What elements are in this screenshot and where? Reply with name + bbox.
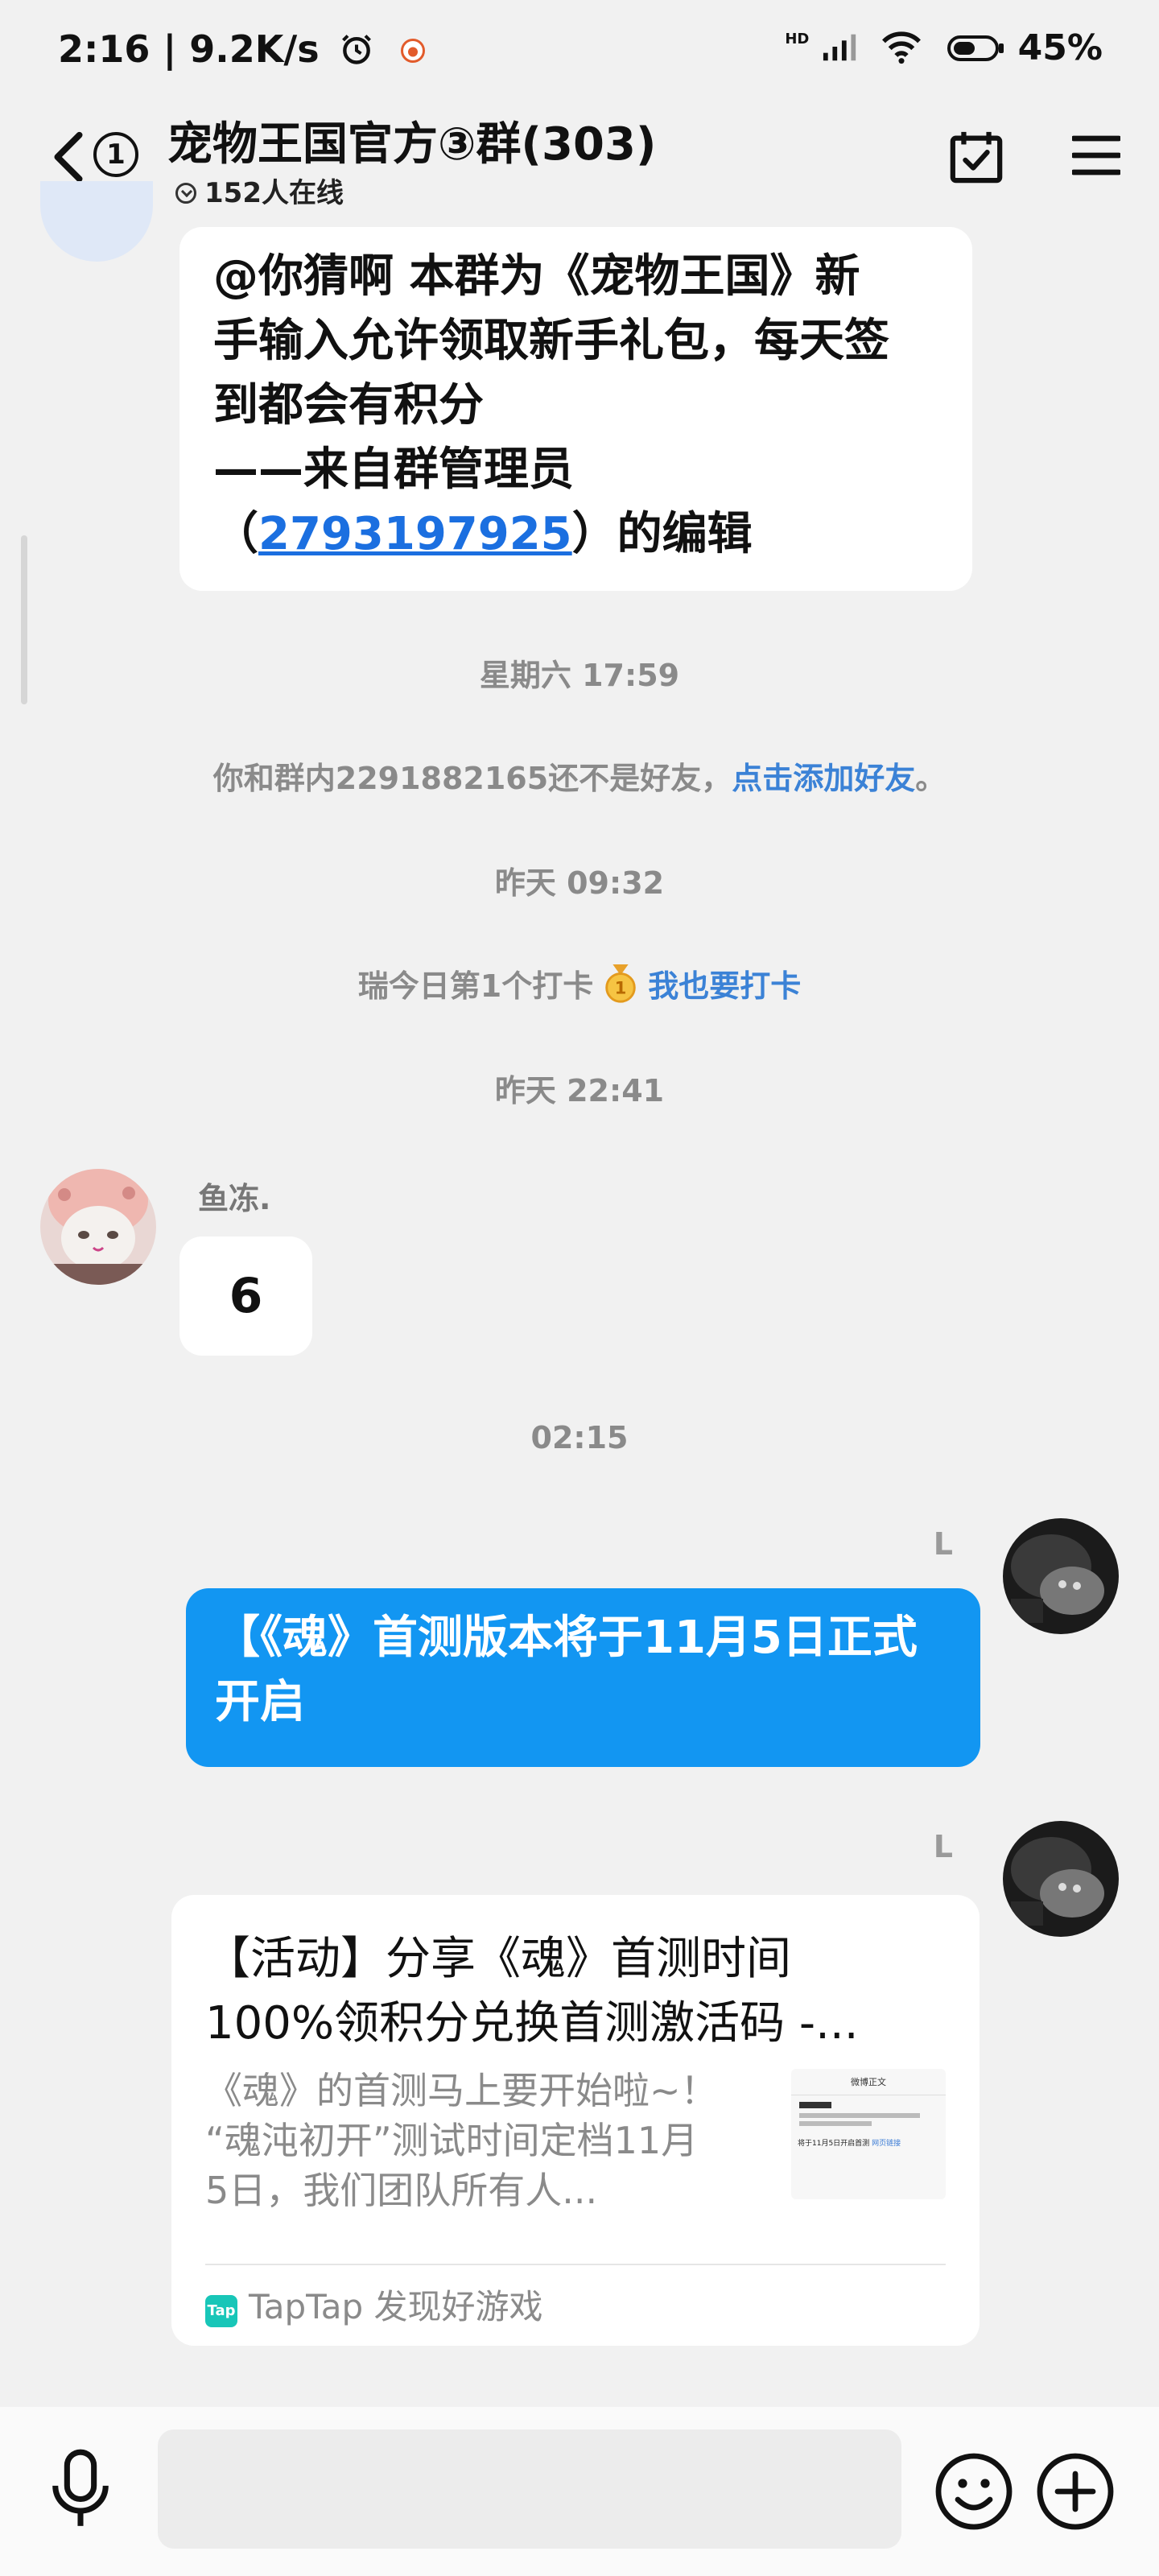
online-dropdown-icon	[175, 183, 196, 204]
avatar[interactable]	[1003, 1821, 1119, 1937]
plus-icon[interactable]	[1035, 2451, 1116, 2532]
share-card-title: 【活动】分享《魂》首测时间 100%领积分兑换首测激活码 -...	[205, 1933, 859, 2050]
battery-icon	[947, 35, 1004, 61]
signal-icon	[823, 34, 856, 61]
menu-icon[interactable]	[1072, 134, 1120, 177]
checkin-link[interactable]: 我也要打卡	[648, 968, 801, 1004]
microphone-icon[interactable]	[47, 2449, 114, 2529]
message-text: @你猜啊 本群为《宠物王国》新 手输入允许领取新手礼包，每天签 到都会有积分 —…	[213, 250, 889, 560]
group-title[interactable]: 宠物王国官方③群(303)	[167, 108, 657, 173]
timestamp: 02:15	[530, 1420, 629, 1455]
emoji-icon[interactable]	[934, 2451, 1014, 2532]
message-text: 【《魂》首测版本将于11月5日正式 开启	[215, 1612, 918, 1728]
timestamp: 星期六 17:59	[479, 658, 680, 693]
timestamp: 昨天 22:41	[494, 1073, 665, 1108]
share-card-source: Tap TapTap 发现好游戏	[205, 2280, 543, 2329]
admin-qq-link[interactable]: 2793197925	[258, 508, 572, 560]
timestamp: 昨天 09:32	[494, 865, 665, 901]
message-bubble[interactable]: @你猜啊 本群为《宠物王国》新 手输入允许领取新手礼包，每天签 到都会有积分 —…	[179, 227, 972, 591]
svg-text:1: 1	[615, 978, 627, 998]
status-time: 2:16	[58, 27, 151, 71]
message-text: 6	[229, 1268, 263, 1324]
medal-icon: 1	[605, 964, 636, 1003]
friend-notice: 你和群内2291882165还不是好友，点击添加好友。	[212, 761, 947, 796]
message-input[interactable]	[158, 2429, 901, 2549]
app-notification-icon	[400, 39, 425, 63]
share-card-thumbnail: 微博正文 将于11月5日开启首测 网页链接	[791, 2069, 946, 2199]
hd-signal-icon: HD	[785, 31, 810, 47]
message-bubble-self[interactable]: 【《魂》首测版本将于11月5日正式 开启	[186, 1588, 980, 1767]
divider	[205, 2264, 946, 2265]
online-count[interactable]: 152人在线	[175, 171, 344, 210]
back-arrow-icon[interactable]	[44, 129, 93, 185]
add-friend-link[interactable]: 点击添加好友	[732, 761, 915, 796]
battery-percent: 45%	[1017, 27, 1103, 68]
wifi-icon	[882, 31, 921, 64]
status-right: HD 45%	[785, 27, 1103, 68]
avatar[interactable]	[40, 1169, 156, 1285]
sender-name[interactable]: 鱼冻.	[198, 1174, 270, 1218]
sender-name[interactable]: L	[934, 1526, 953, 1562]
taptap-icon: Tap	[205, 2295, 237, 2327]
sender-avatar[interactable]	[40, 181, 153, 262]
status-bar: 2:16 | 9.2K/s HD 45%	[0, 0, 1159, 105]
status-speed: 9.2K/s	[189, 27, 320, 71]
checkin-calendar-icon[interactable]	[948, 129, 1004, 185]
alarm-icon	[341, 35, 371, 64]
status-left: 2:16 | 9.2K/s	[58, 27, 427, 71]
share-card-description: 《魂》的首测马上要开始啦~！ “魂沌初开”测试时间定档11月 5日，我们团队所有…	[205, 2069, 718, 2212]
unread-count-badge[interactable]: 1	[93, 132, 138, 177]
share-card[interactable]: 【活动】分享《魂》首测时间 100%领积分兑换首测激活码 -... 《魂》的首测…	[171, 1895, 980, 2346]
avatar[interactable]	[1003, 1518, 1119, 1634]
checkin-notice: 瑞今日第1个打卡 1 我也要打卡	[0, 961, 1159, 1005]
message-bubble[interactable]: 6	[179, 1236, 312, 1356]
sender-name[interactable]: L	[934, 1829, 953, 1864]
